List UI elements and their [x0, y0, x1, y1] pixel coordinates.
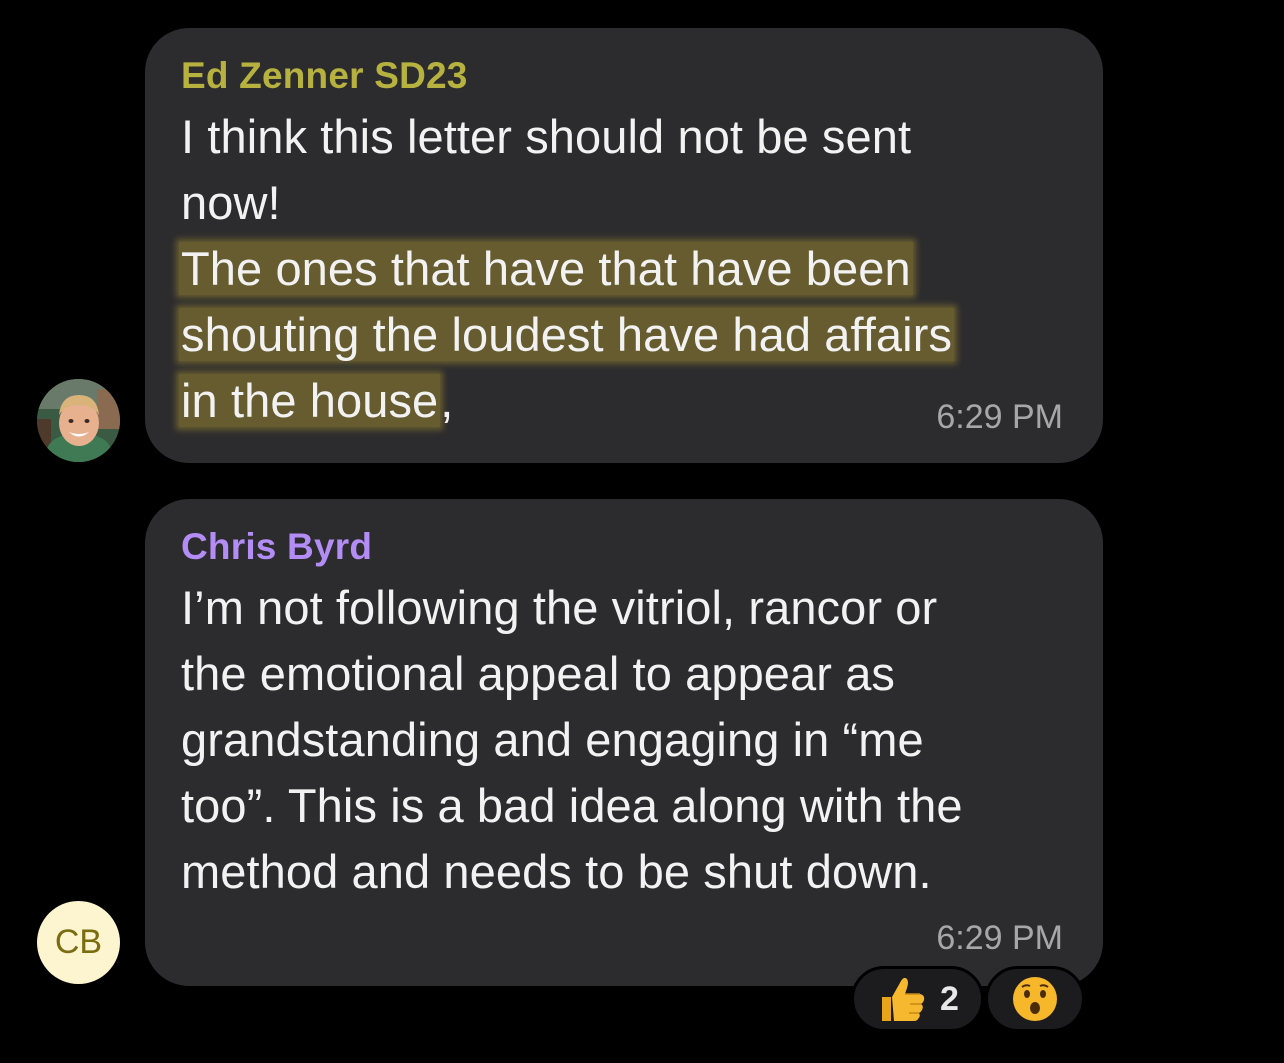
person-photo-icon	[37, 379, 120, 462]
message-line: I’m not following the vitriol, rancor or	[181, 581, 938, 634]
reaction-thumbs-up[interactable]: 2	[851, 966, 984, 1032]
sender-name[interactable]: Ed Zenner SD23	[181, 54, 468, 98]
reaction-surprised[interactable]	[985, 966, 1085, 1032]
message-bubble[interactable]: Chris Byrd I’m not following the vitriol…	[145, 499, 1103, 986]
surprised-face-icon	[1013, 977, 1057, 1021]
reaction-count: 2	[940, 979, 959, 1018]
highlighted-line: in the house,	[179, 368, 1065, 434]
highlighted-text: in the house	[179, 374, 441, 427]
highlighted-line: The ones that have that have been	[179, 236, 1065, 302]
sender-avatar-initials[interactable]: CB	[37, 901, 120, 984]
message-bubble[interactable]: Ed Zenner SD23 I think this letter shoul…	[145, 28, 1103, 463]
message-timestamp: 6:29 PM	[936, 919, 1063, 957]
trailing-punctuation: ,	[440, 374, 454, 427]
message-text: I think this letter should not be sent n…	[179, 104, 1065, 434]
thumbs-up-icon	[882, 977, 925, 1021]
sender-name[interactable]: Chris Byrd	[181, 525, 372, 569]
message-timestamp: 6:29 PM	[936, 398, 1063, 436]
message-line: too”. This is a bad idea along with the	[181, 779, 963, 832]
highlighted-text: The ones that have that have been	[179, 242, 913, 295]
message-line: the emotional appeal to appear as	[181, 647, 896, 700]
message-line: I think this letter should not be sent	[181, 110, 912, 163]
message-text: I’m not following the vitriol, rancor or…	[181, 575, 1065, 905]
sender-avatar-photo[interactable]	[37, 379, 120, 462]
message-line: grandstanding and engaging in “me	[181, 713, 924, 766]
message-line: now!	[181, 176, 281, 229]
highlighted-line: shouting the loudest have had affairs	[179, 302, 1065, 368]
message-line: method and needs to be shut down.	[181, 845, 932, 898]
highlighted-text: shouting the loudest have had affairs	[179, 308, 955, 361]
